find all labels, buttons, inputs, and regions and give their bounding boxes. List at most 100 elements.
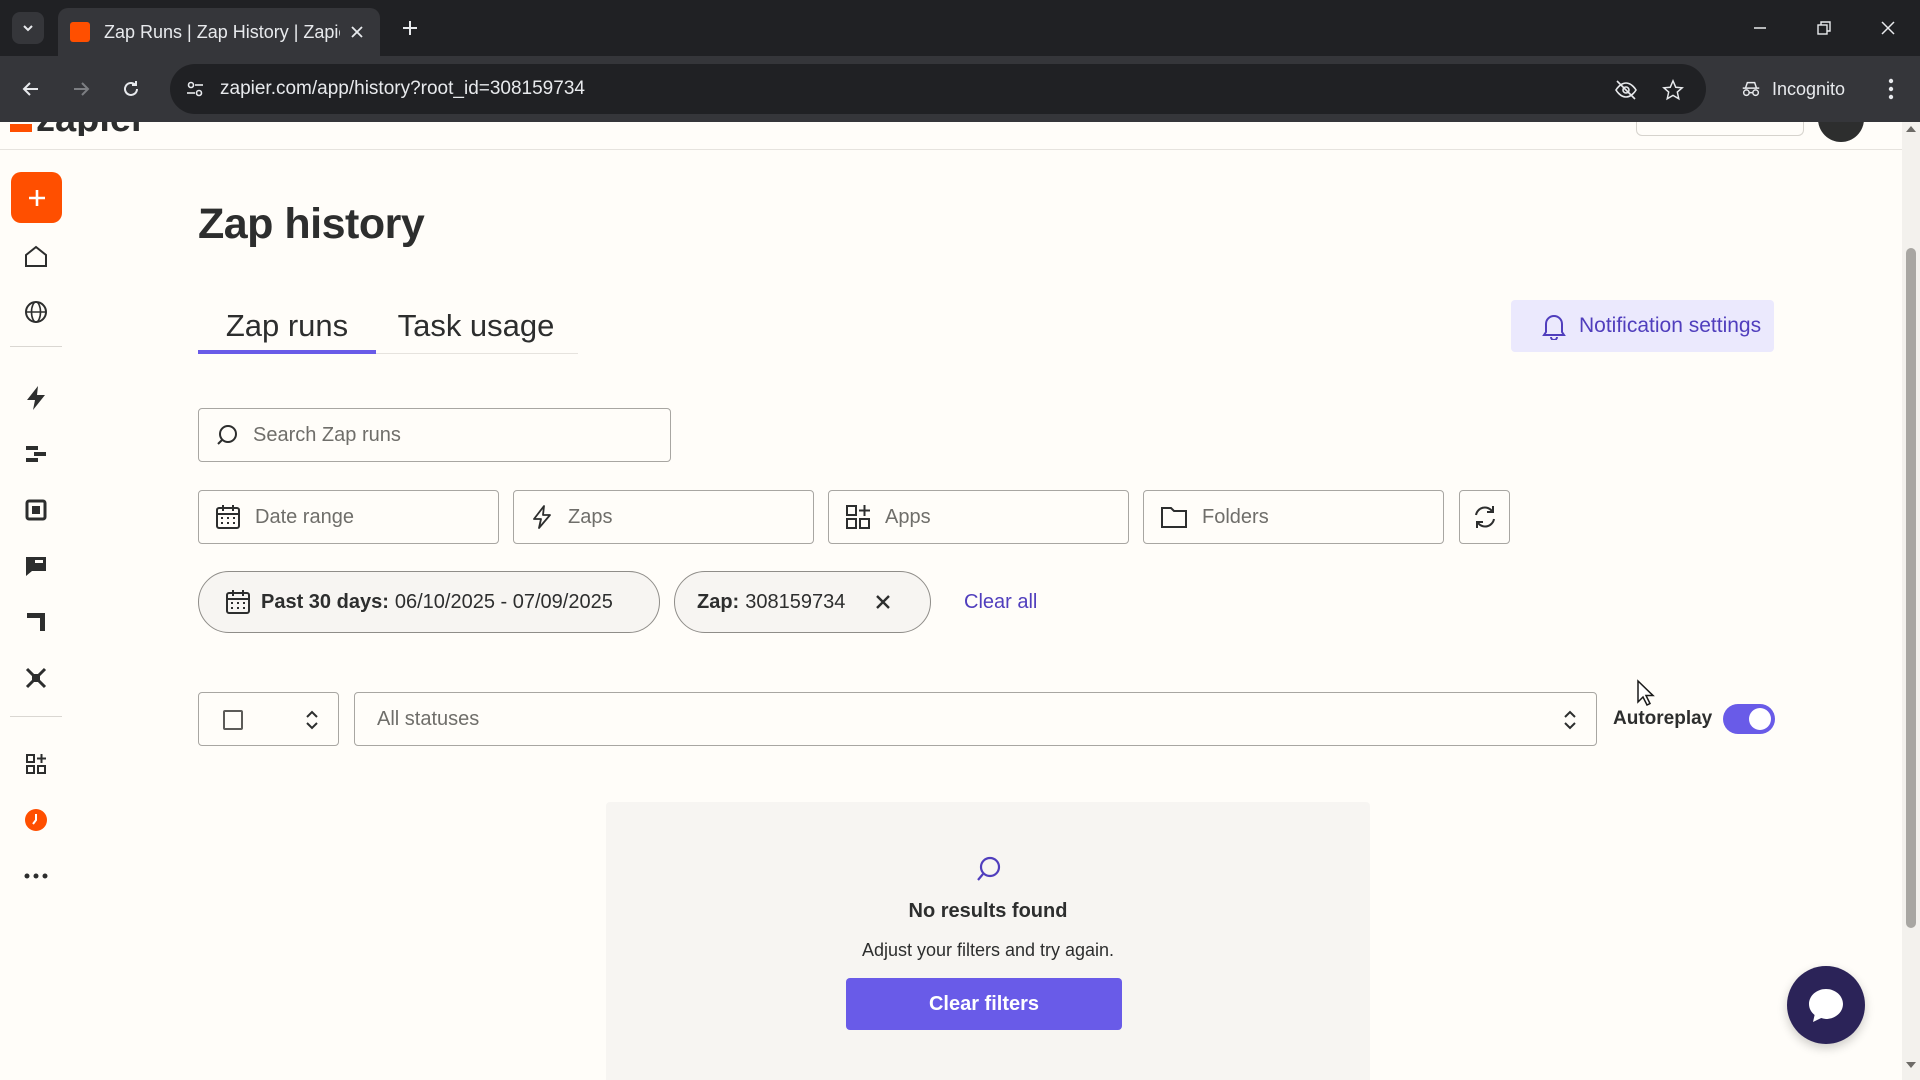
minimize-button[interactable] bbox=[1744, 12, 1776, 44]
date-range-filter[interactable]: Date range bbox=[198, 490, 499, 544]
incognito-icon bbox=[1742, 81, 1760, 97]
tracking-protection-button[interactable] bbox=[1612, 76, 1640, 104]
search-box bbox=[198, 408, 671, 462]
zapier-logo[interactable]: zapier bbox=[10, 122, 146, 136]
eye-off-icon bbox=[1615, 80, 1637, 100]
bookmark-button[interactable] bbox=[1659, 76, 1687, 104]
sidebar-item-chatbots[interactable] bbox=[20, 550, 52, 582]
new-tab-button[interactable] bbox=[396, 14, 424, 42]
search-icon bbox=[977, 856, 1001, 881]
empty-state-title: No results found bbox=[908, 900, 1068, 922]
zap-filter-value: 308159734 bbox=[745, 590, 846, 613]
chat-button[interactable] bbox=[1787, 966, 1865, 1044]
scroll-up-arrow-icon[interactable] bbox=[1906, 126, 1916, 132]
back-button[interactable] bbox=[14, 72, 48, 106]
reload-button[interactable] bbox=[114, 72, 148, 106]
folders-label: Folders bbox=[1202, 505, 1269, 528]
sidebar-item-home[interactable] bbox=[20, 240, 52, 272]
apps-icon bbox=[846, 505, 870, 529]
plus-icon bbox=[403, 21, 417, 35]
refresh-icon bbox=[1474, 506, 1495, 528]
bell-icon bbox=[1542, 315, 1566, 340]
date-filter-value: 06/10/2025 - 07/09/2025 bbox=[394, 590, 613, 613]
clear-all-link[interactable]: Clear all bbox=[964, 591, 1037, 614]
sidebar-divider bbox=[10, 346, 62, 347]
close-window-button[interactable] bbox=[1872, 12, 1904, 44]
sidebar-item-agents[interactable] bbox=[20, 662, 52, 694]
remove-zap-filter-button[interactable] bbox=[875, 594, 891, 610]
apps-label: Apps bbox=[885, 505, 931, 528]
zap-filter-chip[interactable]: Zap: 308159734 bbox=[674, 571, 931, 633]
browser-tab-active[interactable]: Zap Runs | Zap History | Zapier bbox=[58, 8, 380, 56]
close-icon bbox=[351, 26, 363, 38]
chatbots-icon bbox=[26, 557, 46, 576]
sidebar-item-zaps[interactable] bbox=[20, 382, 52, 414]
page-scrollbar[interactable] bbox=[1902, 122, 1920, 1080]
browser-toolbar: zapier.com/app/history?root_id=308159734… bbox=[0, 56, 1920, 122]
select-all-checkbox[interactable] bbox=[223, 710, 243, 730]
close-icon bbox=[876, 595, 891, 609]
tab-zap-runs[interactable]: Zap runs bbox=[198, 302, 376, 354]
restore-button[interactable] bbox=[1808, 12, 1840, 44]
create-button[interactable] bbox=[11, 172, 62, 223]
refresh-button[interactable] bbox=[1459, 490, 1510, 544]
minimize-icon bbox=[1754, 27, 1766, 29]
autoreplay-label: Autoreplay bbox=[1613, 708, 1713, 729]
canvas-icon bbox=[27, 613, 45, 631]
chevron-updown-icon bbox=[306, 710, 318, 730]
folders-filter[interactable]: Folders bbox=[1143, 490, 1444, 544]
forward-button[interactable] bbox=[64, 72, 98, 106]
more-horizontal-icon bbox=[24, 873, 48, 879]
home-icon bbox=[25, 245, 47, 267]
star-icon bbox=[1662, 79, 1684, 101]
scroll-down-arrow-icon[interactable] bbox=[1906, 1062, 1916, 1068]
chat-bubble-icon bbox=[1809, 989, 1843, 1022]
incognito-indicator[interactable]: Incognito bbox=[1726, 68, 1859, 110]
tab-close-button[interactable] bbox=[346, 21, 368, 43]
empty-state-subtitle: Adjust your filters and try again. bbox=[861, 940, 1115, 960]
notification-settings-label: Notification settings bbox=[1579, 314, 1762, 337]
clear-filters-button[interactable]: Clear filters bbox=[846, 978, 1122, 1030]
status-select-value: All statuses bbox=[377, 707, 480, 730]
sidebar-item-interfaces[interactable] bbox=[20, 494, 52, 526]
zapier-favicon-icon bbox=[70, 22, 90, 42]
zaps-label: Zaps bbox=[568, 505, 613, 528]
zap-icon bbox=[27, 386, 45, 410]
history-tabs: Zap runs Task usage bbox=[198, 302, 578, 354]
globe-icon bbox=[25, 301, 47, 323]
plus-icon bbox=[28, 189, 45, 206]
toggle-knob bbox=[1749, 708, 1771, 730]
autoreplay-toggle[interactable] bbox=[1723, 704, 1775, 734]
site-info-button[interactable] bbox=[180, 74, 210, 104]
logo-text: zapier bbox=[36, 122, 146, 136]
browser-menu-button[interactable] bbox=[1876, 72, 1906, 106]
tab-task-usage[interactable]: Task usage bbox=[396, 302, 556, 354]
sidebar-item-discover[interactable] bbox=[20, 296, 52, 328]
sidebar-item-zap-history[interactable] bbox=[20, 804, 52, 836]
sidebar-item-canvas[interactable] bbox=[20, 606, 52, 638]
apps-icon bbox=[26, 754, 46, 774]
sidebar-divider bbox=[10, 716, 62, 717]
calendar-icon bbox=[216, 505, 240, 529]
apps-filter[interactable]: Apps bbox=[828, 490, 1129, 544]
sidebar-item-tables[interactable] bbox=[20, 438, 52, 470]
status-select[interactable]: All statuses bbox=[354, 692, 1597, 746]
main-content: Zap history Zap runs Task usage Notifica… bbox=[198, 122, 1778, 1080]
address-bar[interactable]: zapier.com/app/history?root_id=308159734 bbox=[170, 64, 1706, 114]
calendar-icon bbox=[226, 590, 250, 614]
tab-search-button[interactable] bbox=[12, 12, 44, 44]
date-filter-chip[interactable]: Past 30 days: 06/10/2025 - 07/09/2025 bbox=[198, 571, 660, 633]
page-title: Zap history bbox=[198, 200, 425, 248]
notification-settings-button[interactable]: Notification settings bbox=[1511, 300, 1774, 352]
search-input[interactable] bbox=[253, 423, 633, 447]
avatar[interactable] bbox=[1818, 122, 1864, 142]
tab-label: Task usage bbox=[397, 308, 555, 343]
url-text: zapier.com/app/history?root_id=308159734 bbox=[220, 78, 585, 99]
scroll-thumb[interactable] bbox=[1906, 248, 1916, 928]
sidebar-item-more[interactable] bbox=[20, 860, 52, 892]
bulk-select[interactable] bbox=[198, 692, 339, 746]
sidebar-item-apps[interactable] bbox=[20, 748, 52, 780]
empty-state: No results found Adjust your filters and… bbox=[606, 802, 1370, 1080]
date-filter-label: Past 30 days: bbox=[261, 590, 389, 613]
zaps-filter[interactable]: Zaps bbox=[513, 490, 814, 544]
